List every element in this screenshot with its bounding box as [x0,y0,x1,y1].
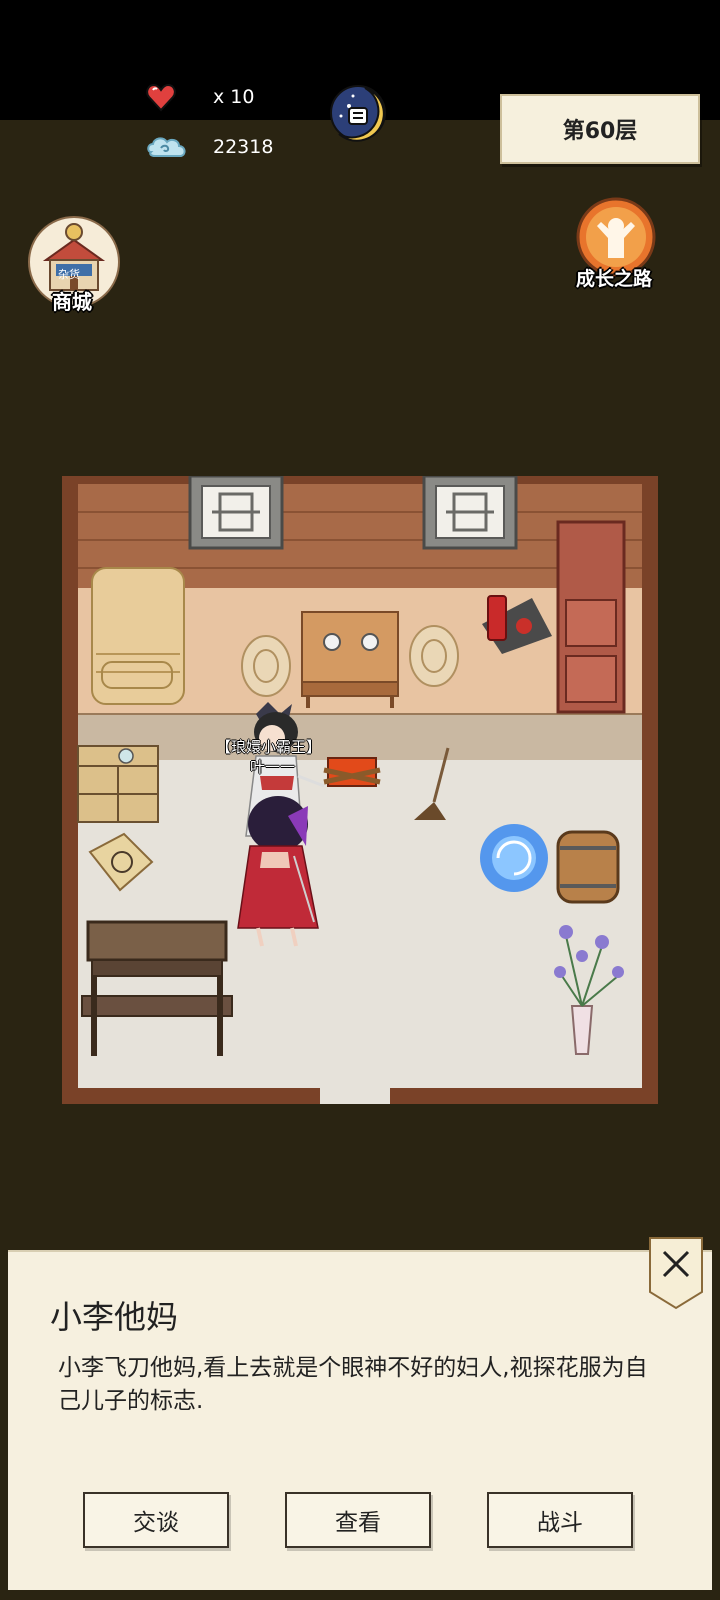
fight-button[interactable]: 战斗 [487,1492,633,1548]
shop-button[interactable]: 杂货 商城 [24,214,124,314]
cushion-left [241,635,291,697]
npc-description: 小李飞刀他妈,看上去就是个眼神不好的妇人,视探花服为自己儿子的标志. [58,1355,648,1414]
floor-badge: 第60层 [500,94,700,164]
cushion-right [409,625,459,687]
tea-table [301,611,399,708]
npc-name: 小李他妈 [50,1298,179,1336]
heart-icon [145,82,177,118]
currency-value: 22318 [213,136,274,158]
fire-pit [323,757,381,787]
player-character[interactable] [237,796,319,947]
room-scene [62,476,658,1104]
growth-path-button[interactable]: 成长之路 [568,196,660,290]
window-left [188,476,284,550]
player-name: 叶一一 [250,758,296,776]
drawer-shelf [77,745,159,823]
lives-counter: x 10 [145,83,255,112]
inspect-button[interactable]: 查看 [285,1492,431,1548]
player-title: 【琅嬛小霸王】 [216,738,322,756]
lives-value: x 10 [213,86,255,108]
barrel [556,830,620,904]
window-right [422,476,518,550]
talk-button[interactable]: 交谈 [83,1492,229,1548]
shop-sign-text: 杂货 [58,268,80,281]
bedding [91,567,185,705]
growth-path-label: 成长之路 [575,268,652,290]
close-button[interactable] [648,1236,704,1310]
shop-label: 商城 [52,290,92,314]
currency-counter: 22318 [145,136,273,158]
cloud-icon [145,132,189,168]
moon-icon[interactable] [327,82,389,144]
close-icon [649,1237,703,1310]
cabinet [556,520,626,714]
blue-portal [480,824,548,892]
